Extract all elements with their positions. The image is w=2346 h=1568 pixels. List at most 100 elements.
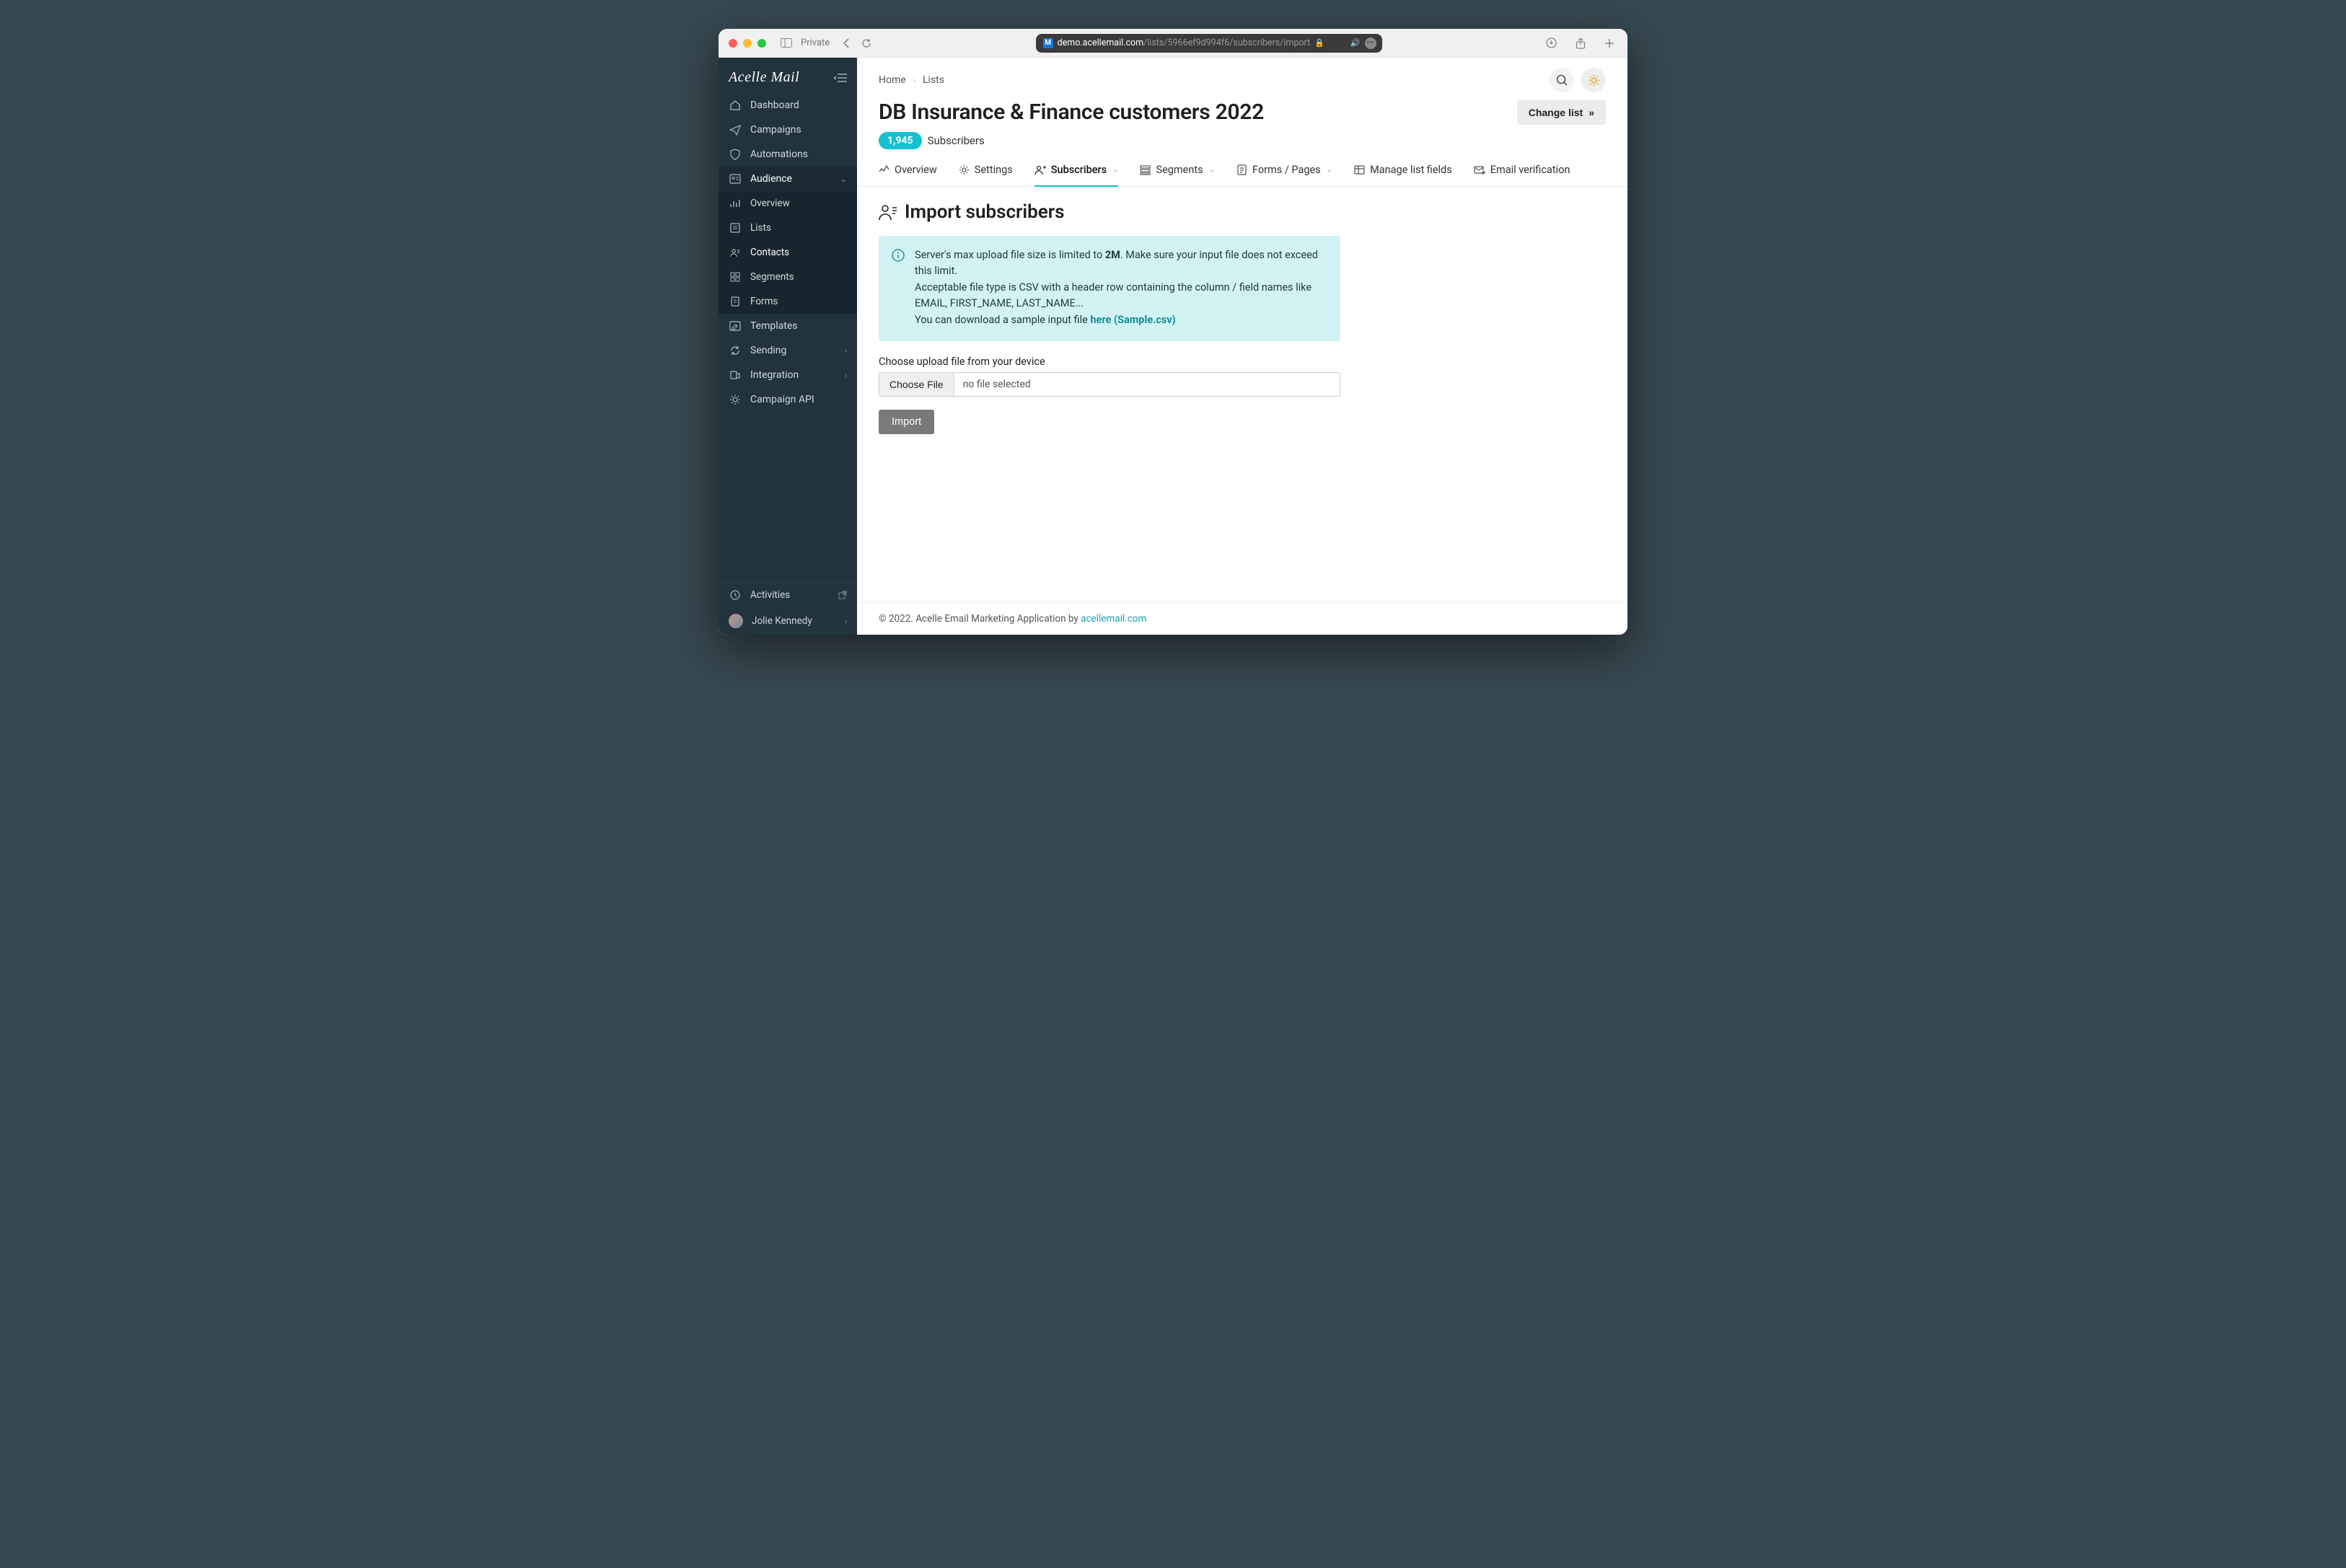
footer-link[interactable]: acellemail.com: [1081, 613, 1146, 625]
sidebar-item-label: Lists: [750, 222, 771, 234]
sidebar-subitem-segments[interactable]: Segments: [719, 265, 857, 289]
close-window-icon[interactable]: [729, 39, 737, 48]
sidebar-subitem-lists[interactable]: Lists: [719, 216, 857, 240]
chevron-double-right-icon: »: [1589, 107, 1594, 118]
tab-email-verification[interactable]: Email verification: [1474, 164, 1570, 186]
chevron-down-icon: ⌄: [1112, 166, 1118, 174]
file-input[interactable]: Choose File no file selected: [879, 372, 1340, 397]
subscriber-label: Subscribers: [928, 134, 985, 147]
tab-manage-fields[interactable]: Manage list fields: [1354, 164, 1452, 186]
tab-label: Manage list fields: [1370, 164, 1452, 176]
shield-icon: [729, 149, 742, 160]
send-icon: [729, 124, 742, 136]
sound-icon[interactable]: 🔊: [1350, 38, 1361, 48]
window-controls: [729, 39, 766, 48]
choose-file-button[interactable]: Choose File: [879, 373, 954, 396]
sidebar-item-label: Sending: [750, 345, 786, 356]
file-status: no file selected: [954, 373, 1340, 396]
sidebar-user[interactable]: Jolie Kennedy ›: [719, 607, 857, 635]
info-alert: Server's max upload file size is limited…: [879, 236, 1340, 341]
tab-subscribers[interactable]: Subscribers ⌄: [1034, 164, 1119, 186]
external-icon: [838, 591, 847, 599]
sidebar-item-label: Activities: [750, 589, 790, 601]
sample-download-link[interactable]: here (Sample.csv): [1090, 314, 1175, 326]
sidebar-toggle-icon[interactable]: [778, 37, 795, 49]
chevron-right-icon: ›: [845, 617, 847, 626]
footer-text: © 2022. Acelle Email Marketing Applicati…: [879, 613, 1081, 625]
chevron-right-icon: ›: [845, 346, 847, 356]
tab-label: Email verification: [1490, 164, 1570, 176]
address-bar[interactable]: M demo.acellemail.com/lists/5966ef9d994f…: [1036, 34, 1382, 53]
tab-label: Overview: [895, 164, 937, 176]
sidebar-item-integration[interactable]: Integration ›: [719, 363, 857, 387]
stack-icon: [1140, 164, 1151, 175]
lock-icon: 🔒: [1314, 38, 1324, 48]
info-icon: [892, 249, 905, 328]
new-tab-icon[interactable]: [1602, 36, 1617, 50]
import-button[interactable]: Import: [879, 410, 934, 434]
tab-label: Forms / Pages: [1252, 164, 1321, 176]
sidebar-subitem-overview[interactable]: Overview: [719, 191, 857, 216]
collapse-sidebar-icon[interactable]: [834, 73, 847, 83]
site-menu-icon[interactable]: •••: [1365, 38, 1376, 49]
sidebar-activities[interactable]: Activities: [719, 583, 857, 607]
breadcrumb-item[interactable]: Lists: [923, 74, 944, 86]
site-favicon: M: [1043, 38, 1053, 48]
url-host: demo.acellemail.com: [1058, 38, 1144, 48]
url-path: /lists/5966ef9d994f6/subscribers/import: [1143, 38, 1310, 48]
tab-label: Segments: [1156, 164, 1203, 176]
maximize-window-icon[interactable]: [757, 39, 766, 48]
info-text: You can download a sample input file: [915, 314, 1090, 326]
sidebar-item-dashboard[interactable]: Dashboard: [719, 93, 857, 118]
reload-button[interactable]: [858, 37, 874, 50]
sidebar-item-label: Campaigns: [750, 124, 801, 136]
mail-check-icon: [1474, 165, 1485, 175]
brand-logo[interactable]: Acelle Mail: [729, 69, 799, 86]
share-icon[interactable]: [1573, 36, 1589, 50]
minimize-window-icon[interactable]: [743, 39, 752, 48]
tab-segments[interactable]: Segments ⌄: [1140, 164, 1214, 186]
people-icon: [879, 203, 897, 221]
user-name: Jolie Kennedy: [752, 615, 812, 627]
sidebar-item-label: Contacts: [750, 247, 789, 258]
page-footer: © 2022. Acelle Email Marketing Applicati…: [857, 602, 1627, 635]
sidebar-item-label: Overview: [750, 198, 790, 209]
sidebar-item-campaigns[interactable]: Campaigns: [719, 118, 857, 142]
downloads-icon[interactable]: [1543, 36, 1560, 50]
info-limit: 2M: [1105, 249, 1120, 261]
users-icon: [729, 173, 742, 185]
sidebar-item-label: Campaign API: [750, 394, 814, 405]
chevron-down-icon: ⌄: [840, 175, 847, 184]
sidebar-item-label: Automations: [750, 149, 808, 160]
integration-icon: [729, 369, 742, 381]
sidebar-item-templates[interactable]: Templates: [719, 314, 857, 338]
section-title-text: Import subscribers: [905, 201, 1064, 223]
info-text: Server's max upload file size is limited…: [915, 249, 1105, 261]
change-list-button[interactable]: Change list »: [1517, 100, 1606, 125]
breadcrumb-item[interactable]: Home: [879, 74, 906, 86]
sidebar-subitem-contacts[interactable]: Contacts: [719, 240, 857, 265]
sidebar-item-label: Dashboard: [750, 100, 799, 111]
tab-settings[interactable]: Settings: [959, 164, 1013, 186]
tab-forms[interactable]: Forms / Pages ⌄: [1236, 164, 1332, 186]
gear-icon: [729, 394, 742, 405]
tab-overview[interactable]: Overview: [879, 164, 937, 186]
edit-icon: [729, 320, 742, 332]
sidebar-item-label: Templates: [750, 320, 798, 332]
forms-icon: [729, 296, 742, 307]
history-icon: [729, 589, 742, 601]
sidebar-item-label: Integration: [750, 369, 799, 381]
subscriber-count-badge: 1,945: [879, 132, 922, 149]
theme-toggle[interactable]: [1581, 68, 1606, 92]
sidebar-item-campaign-api[interactable]: Campaign API: [719, 387, 857, 412]
sidebar-item-sending[interactable]: Sending ›: [719, 338, 857, 363]
search-button[interactable]: [1550, 68, 1574, 92]
contacts-icon: [729, 247, 742, 257]
sidebar-item-audience[interactable]: Audience ⌄: [719, 167, 857, 191]
breadcrumb: Home › Lists: [879, 74, 944, 86]
chevron-right-icon: ›: [845, 371, 847, 380]
sidebar-item-automations[interactable]: Automations: [719, 142, 857, 167]
back-button[interactable]: [840, 37, 853, 50]
sidebar-subitem-forms[interactable]: Forms: [719, 289, 857, 314]
sidebar-item-label: Segments: [750, 271, 794, 283]
